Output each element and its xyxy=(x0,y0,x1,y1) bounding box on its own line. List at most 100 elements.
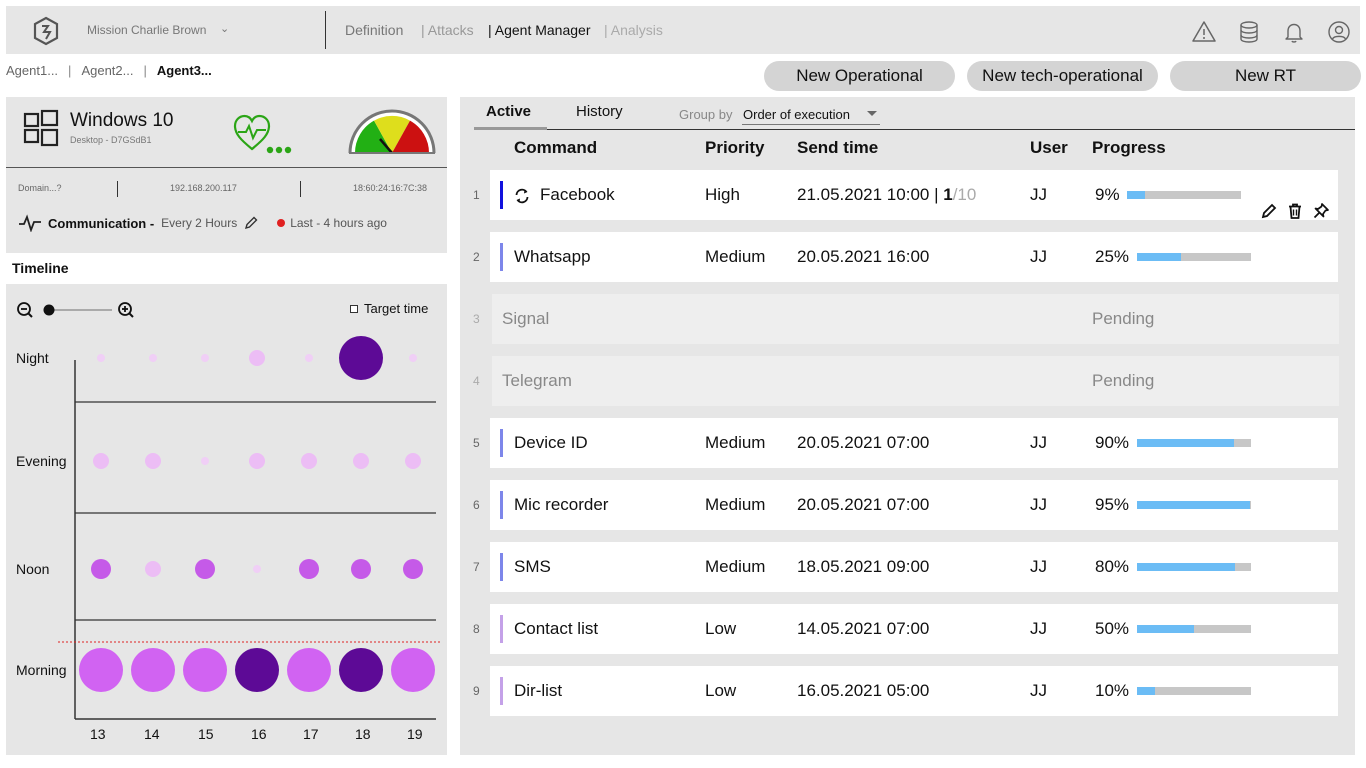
timeline-bubble[interactable] xyxy=(249,453,265,469)
column-priority[interactable]: Priority xyxy=(705,138,765,158)
timeline-bubble[interactable] xyxy=(249,350,265,366)
database-icon[interactable] xyxy=(1237,20,1261,44)
row-label-noon: Noon xyxy=(16,561,49,577)
target-time-checkbox[interactable] xyxy=(350,304,358,313)
target-time-label: Target time xyxy=(364,301,429,316)
column-command[interactable]: Command xyxy=(514,138,597,158)
user-value: JJ xyxy=(1030,495,1047,514)
day-label: 17 xyxy=(303,726,319,742)
timeline-bubble[interactable] xyxy=(195,559,215,579)
nav-attacks[interactable]: | Attacks xyxy=(421,22,474,38)
send-time-value: 20.05.2021 07:00 xyxy=(797,433,930,452)
progress-bar xyxy=(1137,253,1251,261)
row-number: 8 xyxy=(473,622,480,636)
nav-agent-manager[interactable]: | Agent Manager xyxy=(488,22,590,38)
timeline-bubble[interactable] xyxy=(235,648,279,692)
command-row[interactable]: Telegram Pending xyxy=(492,356,1339,406)
column-progress[interactable]: Progress xyxy=(1092,138,1166,158)
caret-down-icon[interactable] xyxy=(867,111,877,116)
zoom-slider[interactable] xyxy=(16,301,136,319)
timeline-bubble[interactable] xyxy=(79,648,123,692)
tab-active[interactable]: Active xyxy=(486,103,531,120)
device-name: Desktop - D7GSdB1 xyxy=(70,135,152,145)
timeline-bubble[interactable] xyxy=(409,354,417,362)
trash-icon[interactable] xyxy=(1286,202,1304,220)
mission-selector[interactable]: Mission Charlie Brown xyxy=(87,23,206,37)
send-time: 20.05.2021 07:00 xyxy=(797,433,929,453)
command-name: Signal xyxy=(502,309,550,328)
priority-accent xyxy=(500,553,503,581)
send-time-value: 21.05.2021 10:00 | xyxy=(797,185,939,204)
app-logo-icon[interactable] xyxy=(32,16,60,46)
communication-label: Communication - xyxy=(48,215,155,231)
row-number: 9 xyxy=(473,684,480,698)
send-time-value: 18.05.2021 09:00 xyxy=(797,557,930,576)
user-profile-icon[interactable] xyxy=(1327,20,1351,44)
timeline-bubble[interactable] xyxy=(145,453,161,469)
target-time-toggle[interactable]: Target time xyxy=(350,301,428,316)
pulse-icon xyxy=(19,214,41,232)
timeline-bubble[interactable] xyxy=(305,354,313,362)
command-row[interactable]: Device ID Medium 20.05.2021 07:00 JJ 90% xyxy=(490,418,1338,468)
chevron-down-icon[interactable]: ⌄ xyxy=(220,22,229,35)
health-heart-icon xyxy=(233,114,292,154)
command-row[interactable]: Dir-list Low 16.05.2021 05:00 JJ 10% xyxy=(490,666,1338,716)
breadcrumb-agent3[interactable]: Agent3... xyxy=(157,63,212,78)
timeline-bubble[interactable] xyxy=(403,559,423,579)
command-name: Device ID xyxy=(514,433,588,452)
command-row[interactable]: Contact list Low 14.05.2021 07:00 JJ 50% xyxy=(490,604,1338,654)
command-name: Facebook xyxy=(540,185,615,204)
timeline-bubble[interactable] xyxy=(391,648,435,692)
new-rt-button[interactable]: New RT xyxy=(1170,61,1361,91)
new-tech-operational-button[interactable]: New tech-operational xyxy=(967,61,1158,91)
day-label: 18 xyxy=(355,726,371,742)
command-row[interactable]: Signal Pending xyxy=(492,294,1339,344)
breadcrumb-agent2[interactable]: Agent2... xyxy=(81,63,133,78)
timeline-bubble[interactable] xyxy=(149,354,157,362)
timeline-bubble[interactable] xyxy=(339,336,383,380)
nav-analysis[interactable]: | Analysis xyxy=(604,22,663,38)
timeline-bubble[interactable] xyxy=(93,453,109,469)
timeline-bubble[interactable] xyxy=(201,354,209,362)
breadcrumb-agent1[interactable]: Agent1... xyxy=(6,63,58,78)
edit-icon[interactable] xyxy=(1260,202,1278,220)
edit-icon[interactable] xyxy=(243,215,259,231)
timeline-bubble[interactable] xyxy=(183,648,227,692)
command-row[interactable]: SMS Medium 18.05.2021 09:00 JJ 80% xyxy=(490,542,1338,592)
progress-bar xyxy=(1137,687,1251,695)
command-row[interactable]: Facebook High 21.05.2021 10:00 | 1/10 JJ 9% xyxy=(490,170,1338,220)
timeline-bubble[interactable] xyxy=(351,559,371,579)
command-row[interactable]: Mic recorder Medium 20.05.2021 07:00 JJ 95% xyxy=(490,480,1338,530)
timeline-bubble[interactable] xyxy=(405,453,421,469)
timeline-bubble[interactable] xyxy=(287,648,331,692)
timeline-bubble[interactable] xyxy=(299,559,319,579)
new-operational-button[interactable]: New Operational xyxy=(764,61,955,91)
column-user[interactable]: User xyxy=(1030,138,1068,158)
repeat-icon xyxy=(515,188,529,204)
priority-accent xyxy=(500,429,503,457)
progress-percent: 10% xyxy=(1095,681,1130,700)
priority-accent xyxy=(500,615,503,643)
timeline-bubble[interactable] xyxy=(145,561,161,577)
warning-icon[interactable] xyxy=(1192,20,1216,44)
timeline-bubble[interactable] xyxy=(301,453,317,469)
progress-fill xyxy=(1137,439,1234,447)
timeline-bubble[interactable] xyxy=(201,457,209,465)
timeline-bubble[interactable] xyxy=(353,453,369,469)
command-row[interactable]: Whatsapp Medium 20.05.2021 16:00 JJ 25% xyxy=(490,232,1338,282)
tab-history[interactable]: History xyxy=(576,103,623,120)
column-send-time[interactable]: Send time xyxy=(797,138,878,158)
timeline-bubble[interactable] xyxy=(131,648,175,692)
timeline-bubble[interactable] xyxy=(339,648,383,692)
timeline-bubble[interactable] xyxy=(253,565,261,573)
group-by-select[interactable]: Order of execution xyxy=(743,107,850,122)
nav-definition[interactable]: Definition xyxy=(345,22,403,38)
iterations-done: 1 xyxy=(943,185,953,204)
timeline-title: Timeline xyxy=(12,260,69,276)
timeline-bubble[interactable] xyxy=(97,354,105,362)
timeline-bubble[interactable] xyxy=(91,559,111,579)
pin-icon[interactable] xyxy=(1312,202,1330,220)
command-name: SMS xyxy=(514,557,551,576)
bell-icon[interactable] xyxy=(1282,20,1306,44)
progress-bar xyxy=(1137,625,1251,633)
